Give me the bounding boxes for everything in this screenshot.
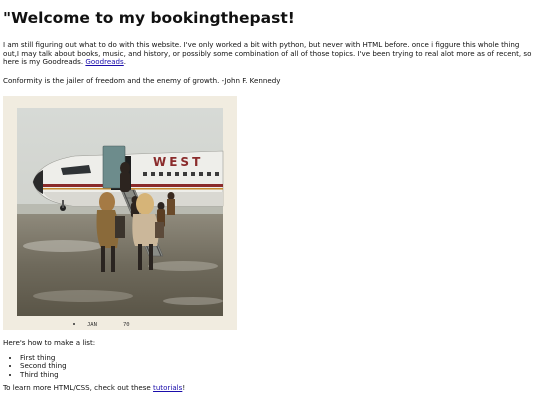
outro-paragraph: To learn more HTML/CSS, check out these … — [3, 383, 537, 393]
outro-exclamation: ! — [182, 383, 186, 393]
list-intro: Here's how to make a list: — [3, 337, 96, 347]
bullet-list: First thing Second thing Third thing — [3, 353, 537, 380]
list-item: Third thing — [20, 370, 537, 380]
intro-text: I am still figuring out what to do with … — [3, 40, 532, 67]
outro-text: To learn more HTML/CSS, check out these — [3, 383, 154, 393]
intro-period: . — [123, 57, 127, 67]
list-item: Second thing — [20, 362, 537, 371]
goodreads-link[interactable]: Goodreads — [85, 57, 123, 67]
airline-lettering: WEST — [153, 155, 203, 169]
airplane-boarding-photo: WEST JAN 70 — [17, 107, 224, 328]
page-title: "Welcome to my bookingthepast! — [3, 9, 295, 27]
quote-text: Conformity is the jailer of freedom and … — [3, 76, 281, 86]
date-stamp-month: JAN — [87, 322, 97, 328]
list-item: First thing — [20, 353, 537, 363]
tutorials-link[interactable]: tutorials — [153, 383, 182, 392]
vintage-photo: WEST JAN 70 — [3, 95, 237, 330]
page: "Welcome to my bookingthepast! I am stil… — [0, 0, 540, 405]
intro-paragraph: I am still figuring out what to do with … — [3, 40, 537, 67]
date-stamp-year: 70 — [123, 322, 130, 328]
